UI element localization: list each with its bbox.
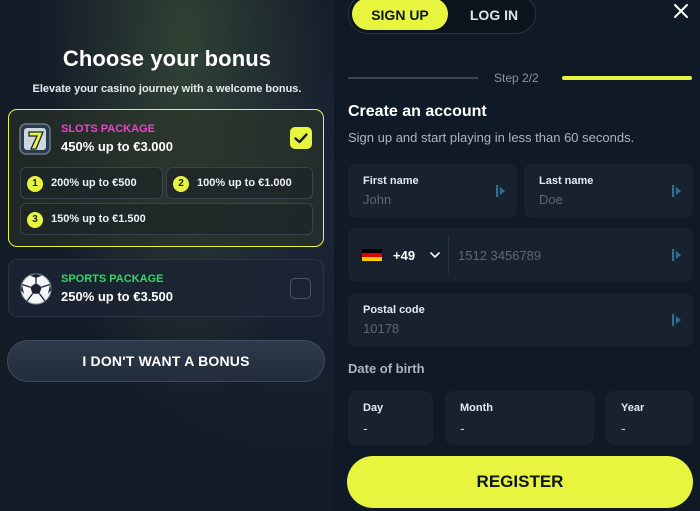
check-icon xyxy=(294,133,308,144)
tier-number-badge: 2 xyxy=(173,176,189,192)
last-name-field[interactable]: Last name Doe xyxy=(524,164,693,218)
tab-signup[interactable]: SIGN UP xyxy=(352,0,448,30)
slots-package-checkbox[interactable] xyxy=(290,127,312,149)
last-name-input[interactable]: Doe xyxy=(539,192,563,207)
tier-number-badge: 3 xyxy=(27,212,43,228)
phone-input[interactable]: 1512 3456789 xyxy=(458,248,541,263)
register-button[interactable]: REGISTER xyxy=(347,456,693,508)
dob-day-label: Day xyxy=(363,402,384,414)
registration-panel: SIGN UP LOG IN Step 2/2 Create an accoun… xyxy=(334,0,700,511)
dob-month-value[interactable]: - xyxy=(460,420,465,436)
country-code-selector[interactable]: +49 xyxy=(393,248,415,263)
germany-flag-icon xyxy=(362,249,382,261)
postal-code-field[interactable]: Postal code 10178 xyxy=(348,293,693,347)
soccer-ball-icon xyxy=(20,273,52,305)
dob-year-label: Year xyxy=(621,402,645,414)
bonus-panel: Choose your bonus Elevate your casino jo… xyxy=(0,0,334,511)
auth-tabs: SIGN UP LOG IN xyxy=(348,0,536,34)
password-manager-icon[interactable] xyxy=(671,247,683,263)
first-name-input[interactable]: John xyxy=(363,192,391,207)
slots-package-name: SLOTS PACKAGE xyxy=(61,123,155,135)
postal-code-input[interactable]: 10178 xyxy=(363,321,399,336)
tier-label: 150% up to €1.500 xyxy=(51,213,146,225)
password-manager-icon[interactable] xyxy=(671,183,683,199)
slots-tier-2: 2 100% up to €1.000 xyxy=(166,167,313,199)
bonus-subtitle: Elevate your casino journey with a welco… xyxy=(32,83,302,95)
password-manager-icon[interactable] xyxy=(671,312,683,328)
tier-label: 200% up to €500 xyxy=(51,177,137,189)
last-name-label: Last name xyxy=(539,175,594,187)
sports-package-offer: 250% up to €3.500 xyxy=(61,289,173,304)
sports-package-name: SPORTS PACKAGE xyxy=(61,273,164,285)
first-name-label: First name xyxy=(363,175,419,187)
slot-seven-icon xyxy=(19,123,51,155)
step-progress-active xyxy=(562,76,692,80)
dob-day-value[interactable]: - xyxy=(363,420,368,436)
dob-day-field[interactable]: Day - xyxy=(348,391,433,445)
slots-tier-1: 1 200% up to €500 xyxy=(20,167,163,199)
sports-package-checkbox[interactable] xyxy=(290,278,311,299)
slots-tier-3: 3 150% up to €1.500 xyxy=(20,203,313,235)
no-bonus-button[interactable]: I DON'T WANT A BONUS xyxy=(7,340,325,382)
step-progress-inactive xyxy=(348,77,478,79)
form-subtitle: Sign up and start playing in less than 6… xyxy=(348,130,635,145)
dob-title: Date of birth xyxy=(348,361,425,376)
dob-month-field[interactable]: Month - xyxy=(445,391,594,445)
close-icon[interactable] xyxy=(672,2,690,20)
bonus-title: Choose your bonus xyxy=(62,46,272,71)
first-name-field[interactable]: First name John xyxy=(348,164,517,218)
phone-divider xyxy=(448,236,449,274)
sports-package-card[interactable]: SPORTS PACKAGE 250% up to €3.500 xyxy=(8,259,324,317)
tier-number-badge: 1 xyxy=(27,176,43,192)
slots-package-card[interactable]: SLOTS PACKAGE 450% up to €3.000 1 200% u… xyxy=(8,109,324,247)
postal-code-label: Postal code xyxy=(363,304,425,316)
tab-login[interactable]: LOG IN xyxy=(455,0,533,30)
tier-label: 100% up to €1.000 xyxy=(197,177,292,189)
password-manager-icon[interactable] xyxy=(495,183,507,199)
dob-year-field[interactable]: Year - xyxy=(606,391,693,445)
step-indicator: Step 2/2 xyxy=(494,71,539,85)
form-title: Create an account xyxy=(348,103,487,120)
dob-year-value[interactable]: - xyxy=(621,420,626,436)
dob-month-label: Month xyxy=(460,402,493,414)
chevron-down-icon[interactable] xyxy=(429,250,441,260)
slots-package-offer: 450% up to €3.000 xyxy=(61,139,173,154)
